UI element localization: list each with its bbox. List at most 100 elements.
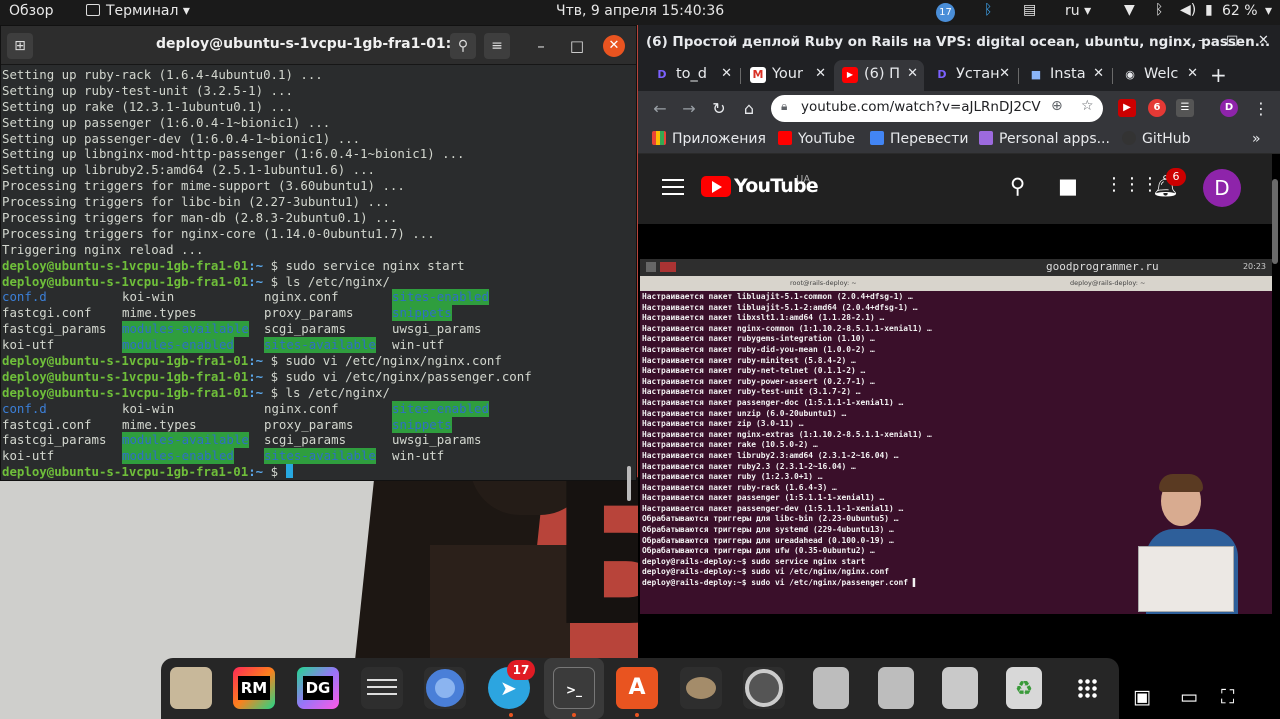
profile-avatar[interactable]: D <box>1220 99 1238 117</box>
create-video-icon[interactable]: ■ <box>1058 174 1078 198</box>
dock-gimp[interactable] <box>680 667 722 709</box>
minimize-icon[interactable]: – <box>1198 33 1205 48</box>
ls-entry: conf.d <box>2 400 47 416</box>
tab-install[interactable]: D Устан ✕ <box>926 60 1016 91</box>
search-icon[interactable]: ⚲ <box>450 33 476 59</box>
dock-software-center[interactable]: A <box>616 667 658 709</box>
tab-welcome[interactable]: ◉ Welc ✕ <box>1114 60 1204 91</box>
back-arrow-icon[interactable]: ← <box>647 96 673 122</box>
hamburger-menu-icon[interactable] <box>662 179 684 200</box>
bookmark-label: GitHub <box>1142 131 1191 147</box>
home-icon[interactable]: ⌂ <box>736 96 762 122</box>
terminal-output[interactable]: Setting up ruby-rack (1.6.4-4ubuntu0.1) … <box>1 65 636 481</box>
tab-close-icon[interactable]: ✕ <box>815 66 826 81</box>
address-bar[interactable]: 🔒︎ youtube.com/watch?v=aJLRnDJ2CVg... ⊕ … <box>771 95 1103 122</box>
bookmark-star-icon[interactable]: ☆ <box>1081 98 1094 114</box>
zoom-icon[interactable]: ⊕ <box>1051 98 1063 114</box>
account-avatar[interactable]: D <box>1203 169 1241 207</box>
minimize-icon[interactable]: – <box>529 34 553 58</box>
bookmark-apps[interactable]: Приложения <box>652 131 766 147</box>
dock-datagrip[interactable]: DG <box>297 667 339 709</box>
bookmark-youtube[interactable]: YouTube <box>778 131 855 147</box>
new-tab-plus-icon[interactable]: + <box>1210 63 1230 94</box>
dock-rubymine[interactable]: RM <box>233 667 275 709</box>
reload-icon[interactable]: ↻ <box>706 96 732 122</box>
chrome-window[interactable]: (6) Простой деплой Ruby on Rails на VPS:… <box>638 25 1280 719</box>
miniplayer-icon[interactable]: ▣ <box>1133 686 1151 708</box>
tab-close-icon[interactable]: ✕ <box>1187 66 1198 81</box>
chrome-titlebar[interactable]: (6) Простой деплой Ruby on Rails на VPS:… <box>638 25 1280 60</box>
url-text[interactable]: youtube.com/watch?v=aJLRnDJ2CVg... <box>801 99 1041 115</box>
ls-entry: mime.types <box>122 305 197 321</box>
youtube-logo-icon[interactable] <box>701 176 731 197</box>
battery-icon[interactable]: ▮ <box>1205 2 1213 18</box>
extension-list-icon[interactable]: ☰ <box>1176 99 1194 117</box>
bluetooth-status-icon[interactable]: ᛒ <box>1155 2 1163 18</box>
terminal-scrollbar[interactable] <box>627 466 631 501</box>
terminal-icon: >_ <box>565 683 583 697</box>
search-icon[interactable]: ⚲ <box>1010 174 1025 198</box>
tab-close-icon[interactable]: ✕ <box>721 66 732 81</box>
dock-app-grid[interactable] <box>1066 667 1108 709</box>
dock-server-2[interactable] <box>878 667 914 709</box>
dock-settings-sliders[interactable] <box>361 667 403 709</box>
tab-close-icon[interactable]: ✕ <box>907 66 918 81</box>
tab-favicon: D <box>937 68 947 81</box>
bookmark-github[interactable]: GitHub <box>1122 131 1191 147</box>
tab-gmail[interactable]: M Your ✕ <box>742 60 832 91</box>
system-menu-icon[interactable]: ▾ <box>1265 3 1272 19</box>
tab-separator <box>1018 68 1019 84</box>
hamburger-menu-icon[interactable]: ≡ <box>484 33 510 59</box>
terminal-window[interactable]: ⊞ deploy@ubuntu-s-1vcpu-1gb-fra1-01: ~ ⚲… <box>0 25 637 501</box>
activities-button[interactable]: Обзор <box>9 3 54 19</box>
ls-entry: proxy_params <box>264 416 354 432</box>
keyboard-layout[interactable]: ru ▾ <box>1065 3 1091 19</box>
theater-mode-icon[interactable]: ▭ <box>1180 686 1198 708</box>
app-grid-glyph <box>1077 678 1097 698</box>
close-icon[interactable]: ✕ <box>1258 33 1269 48</box>
wifi-icon[interactable]: ▼ <box>1124 2 1135 18</box>
forward-arrow-icon[interactable]: → <box>676 96 702 122</box>
new-tab-icon[interactable]: ⊞ <box>7 33 33 59</box>
tab-close-icon[interactable]: ✕ <box>1093 66 1104 81</box>
dock-sd-card[interactable] <box>942 667 978 709</box>
clock[interactable]: Чтв, 9 апреля 15:40:36 <box>556 3 724 19</box>
terminal-headerbar[interactable]: ⊞ deploy@ubuntu-s-1vcpu-1gb-fra1-01: ~ ⚲… <box>1 26 636 65</box>
dock-screen-recorder[interactable] <box>743 667 785 709</box>
video-terminal-line: Настраивается пакет rake (10.5.0-2) … <box>642 440 818 450</box>
dock-files[interactable] <box>170 667 212 709</box>
bookmark-translate[interactable]: Перевести <box>870 131 968 147</box>
clipboard-icon[interactable]: ▤ <box>1023 2 1036 18</box>
battery-level[interactable]: 62 % <box>1222 3 1258 19</box>
apps-grid-icon[interactable]: ⋮⋮⋮ <box>1105 174 1159 195</box>
video-player[interactable]: goodprogrammer.ru 20:23 root@rails-deplo… <box>640 259 1272 614</box>
bluetooth-icon[interactable]: ᛒ <box>984 2 992 18</box>
close-icon[interactable]: ✕ <box>603 35 625 57</box>
tab-label: Welc <box>1144 66 1179 82</box>
tab-to-do[interactable]: D to_d ✕ <box>646 60 738 91</box>
ls-entry: win-utf <box>392 337 445 353</box>
prompt-line-current[interactable]: deploy@ubuntu-s-1vcpu-1gb-fra1-01:~ $ <box>2 464 636 480</box>
chrome-menu-icon[interactable]: ⋮ <box>1248 96 1274 122</box>
maximize-icon[interactable]: □ <box>1226 33 1238 48</box>
extension-video-icon[interactable]: ▶ <box>1118 99 1136 117</box>
ls-entry: sites-available <box>264 448 376 465</box>
tray-badge[interactable]: 17 <box>936 3 955 22</box>
fullscreen-icon[interactable]: ⛶ <box>1221 686 1234 708</box>
chrome-toolbar: ← → ↻ ⌂ 🔒︎ youtube.com/watch?v=aJLRnDJ2C… <box>638 91 1280 126</box>
bookmarks-more-icon[interactable]: » <box>1252 131 1261 147</box>
app-menu[interactable]: Терминал ▾ <box>86 3 190 19</box>
tab-instagram[interactable]: ■ Insta ✕ <box>1020 60 1110 91</box>
extension-badge-icon[interactable]: 6 <box>1148 99 1166 117</box>
volume-icon[interactable]: ◀) <box>1180 2 1196 18</box>
dock-chromium[interactable] <box>424 667 466 709</box>
tab-separator <box>740 68 741 84</box>
dock-server-1[interactable] <box>813 667 849 709</box>
dock-trash[interactable]: ♻ <box>1006 667 1042 709</box>
dock-terminal[interactable]: >_ <box>553 667 595 709</box>
tab-close-icon[interactable]: ✕ <box>999 66 1010 81</box>
maximize-icon[interactable]: □ <box>565 34 589 58</box>
bookmark-personal-apps[interactable]: Personal apps... <box>979 131 1110 147</box>
tab-youtube-active[interactable]: ▶ (6) П ✕ <box>834 60 924 91</box>
page-scrollbar[interactable] <box>1272 179 1278 264</box>
